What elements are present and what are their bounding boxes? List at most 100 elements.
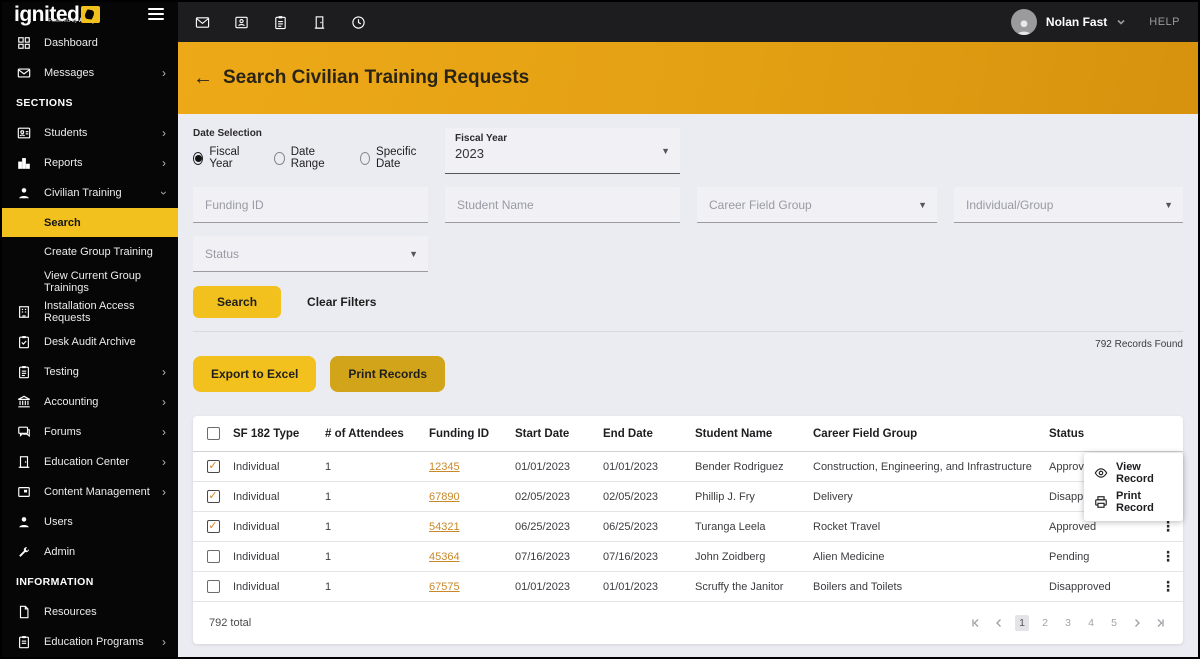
funding-id-link[interactable]: 67575 [429, 581, 515, 593]
filter-panel: Date Selection Fiscal Year Date Range Sp… [193, 128, 1183, 272]
person-icon [16, 515, 31, 530]
select-all-checkbox[interactable] [206, 427, 220, 440]
sidebar-section-sections: SECTIONS [16, 97, 73, 109]
topbar: Nolan Fast HELP [178, 2, 1198, 42]
column-header: Start Date [515, 427, 570, 440]
radio-fiscal-year[interactable]: Fiscal Year [193, 146, 252, 170]
sidebar-item-accounting[interactable]: Accounting › [2, 387, 178, 417]
export-to-excel-button[interactable]: Export to Excel [193, 356, 317, 392]
chevron-right-icon: › [162, 156, 166, 170]
sidebar-item-civilian-training[interactable]: Civilian Training › [2, 178, 178, 208]
file-icon [16, 605, 31, 620]
sidebar-item-education-programs[interactable]: Education Programs › [2, 627, 178, 657]
individual-group-select[interactable]: Individual/Group ▼ [954, 187, 1183, 223]
chevron-right-icon: › [162, 395, 166, 409]
hamburger-menu-icon[interactable] [148, 8, 164, 20]
status-value: Disapproved [1049, 580, 1111, 593]
topbar-user: Nolan Fast HELP [1010, 9, 1180, 35]
row-context-menu: View Record Print Record [1084, 453, 1183, 521]
page-number[interactable]: 2 [1038, 615, 1052, 631]
funding-id-link[interactable]: 54321 [429, 521, 515, 533]
sidebar-item-view-current-group-trainings[interactable]: View Current Group Trainings [2, 267, 178, 297]
row-checkbox[interactable] [206, 580, 220, 593]
sidebar-item-dashboard[interactable]: Dashboard [2, 28, 178, 58]
column-header: SF 182 Type [233, 427, 300, 440]
row-checkbox[interactable] [206, 520, 220, 533]
column-header: Career Field Group [813, 427, 918, 440]
funding-id-link[interactable]: 45364 [429, 551, 515, 563]
chevron-down-icon[interactable] [1116, 17, 1126, 27]
sidebar-section-information: INFORMATION [16, 576, 94, 588]
column-header: Status [1049, 427, 1085, 440]
clock-icon[interactable] [350, 14, 367, 31]
radio-specific-date[interactable]: Specific Date [359, 146, 428, 170]
page-number[interactable]: 5 [1107, 615, 1121, 631]
print-records-button[interactable]: Print Records [330, 356, 446, 392]
page-number[interactable]: 4 [1084, 615, 1098, 631]
row-menu-icon[interactable]: ⋮ [1150, 548, 1186, 565]
contact-card-icon[interactable] [233, 14, 250, 31]
sidebar-item-education-center[interactable]: Education Center › [2, 447, 178, 477]
table-row: Individual 1 67890 02/05/2023 02/05/2023… [193, 482, 1183, 512]
content: Date Selection Fiscal Year Date Range Sp… [178, 114, 1198, 657]
page-number[interactable]: 1 [1015, 615, 1029, 631]
user-name[interactable]: Nolan Fast [1046, 15, 1107, 29]
funding-id-link[interactable]: 67890 [429, 491, 515, 503]
sidebar-item-create-group-training[interactable]: Create Group Training [2, 237, 178, 267]
sidebar-item-reports[interactable]: Reports › [2, 148, 178, 178]
sidebar-item-users[interactable]: Users [2, 507, 178, 537]
door-icon [16, 455, 31, 470]
row-checkbox[interactable] [206, 550, 220, 563]
chevron-right-icon: › [162, 365, 166, 379]
radio-dot [359, 151, 371, 165]
building-icon [16, 305, 31, 320]
wrench-icon [16, 545, 31, 560]
sidebar-item-messages[interactable]: Messages › [2, 58, 178, 88]
row-menu-icon[interactable]: ⋮ [1150, 578, 1186, 595]
page-number[interactable]: 3 [1061, 615, 1075, 631]
last-page-icon[interactable] [1153, 615, 1167, 631]
sidebar-item-admin[interactable]: Admin [2, 537, 178, 567]
date-selection-label: Date Selection [193, 128, 262, 139]
next-page-icon[interactable] [1130, 615, 1144, 631]
view-record-menu-item[interactable]: View Record [1084, 458, 1183, 487]
fiscal-year-select[interactable]: Fiscal Year 2023 ▼ [445, 128, 680, 174]
funding-id-input[interactable] [193, 187, 428, 223]
radio-dot [193, 151, 204, 165]
divider [193, 331, 1183, 332]
column-header: # of Attendees [325, 427, 404, 440]
table-row: Individual 1 12345 01/01/2023 01/01/2023… [193, 452, 1183, 482]
first-page-icon[interactable] [969, 615, 983, 631]
clipboard-icon[interactable] [272, 14, 289, 31]
help-link[interactable]: HELP [1149, 16, 1180, 28]
funding-id-link[interactable]: 12345 [429, 461, 515, 473]
chevron-right-icon: › [162, 425, 166, 439]
main-area: Nolan Fast HELP ← Search Civilian Traini… [178, 2, 1198, 657]
student-name-input[interactable] [445, 187, 680, 223]
prev-page-icon[interactable] [992, 615, 1006, 631]
radio-date-range[interactable]: Date Range [274, 146, 337, 170]
screen-icon [16, 485, 31, 500]
row-checkbox[interactable] [206, 490, 220, 503]
door-exit-icon[interactable] [311, 14, 328, 31]
search-button[interactable]: Search [193, 286, 282, 318]
dashboard-icon [16, 36, 31, 51]
row-checkbox[interactable] [206, 460, 220, 473]
sidebar-item-content-management[interactable]: Content Management › [2, 477, 178, 507]
print-record-menu-item[interactable]: Print Record [1084, 487, 1183, 516]
sidebar-item-students[interactable]: Students › [2, 118, 178, 148]
avatar[interactable] [1010, 9, 1037, 35]
sidebar-item-testing[interactable]: Testing › [2, 357, 178, 387]
sidebar-item-installation-access-requests[interactable]: Installation Access Requests [2, 297, 178, 327]
career-field-group-select[interactable]: Career Field Group ▼ [697, 187, 937, 223]
clear-filters-button[interactable]: Clear Filters [307, 286, 376, 318]
sidebar-item-desk-audit-archive[interactable]: Desk Audit Archive [2, 327, 178, 357]
back-arrow-icon[interactable]: ← [193, 68, 213, 88]
chat-icon [16, 425, 31, 440]
sidebar-item-search[interactable]: Search [2, 208, 178, 237]
sidebar-item-resources[interactable]: Resources [2, 597, 178, 627]
chevron-right-icon: › [162, 66, 166, 80]
mail-icon[interactable] [194, 14, 211, 31]
status-select[interactable]: Status ▼ [193, 236, 428, 272]
sidebar-item-forums[interactable]: Forums › [2, 417, 178, 447]
